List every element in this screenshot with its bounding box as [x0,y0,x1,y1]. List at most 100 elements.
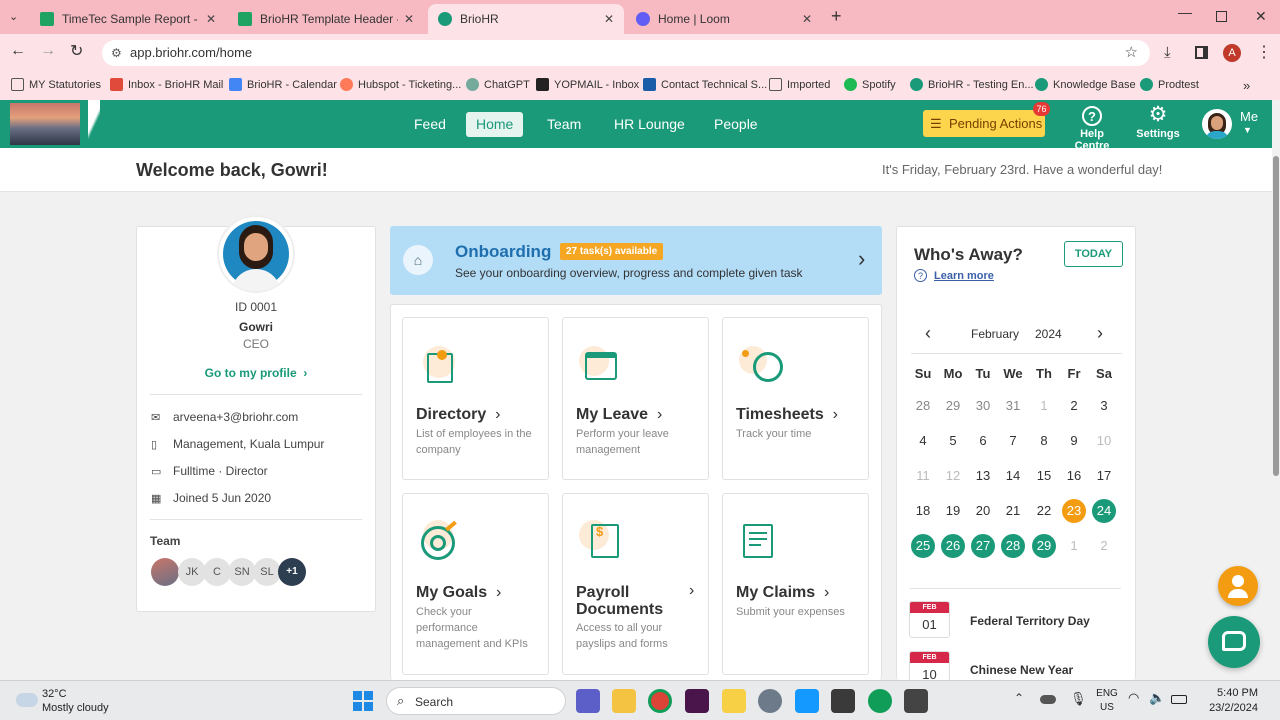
tab-list-chevron-icon[interactable]: ⌄ [9,10,18,23]
bookmark-contact-technical[interactable]: Contact Technical S... [643,78,767,91]
today-button[interactable]: TODAY [1064,241,1123,267]
battery-icon[interactable] [1171,695,1187,704]
calendar-day[interactable]: 12 [941,464,965,488]
bookmark-imported[interactable]: Imported [769,78,830,91]
tile-my-goals[interactable]: My Goals › Check your performance manage… [402,493,549,675]
settings-app-icon[interactable] [758,689,782,713]
calendar-day[interactable]: 6 [971,429,995,453]
forward-icon[interactable]: → [40,42,56,60]
weather-widget[interactable]: 32°C Mostly cloudy [14,687,124,715]
bookmark-calendar[interactable]: BrioHR - Calendar [229,78,337,91]
bookmark-chatgpt[interactable]: ChatGPT [466,78,530,91]
calendar-day[interactable]: 20 [971,499,995,523]
chat-support-button[interactable] [1208,616,1260,668]
bookmark-my-statutories[interactable]: MY Statutories [11,78,101,91]
calendar-day-away[interactable]: 25 [911,534,935,558]
go-to-profile-link[interactable]: Go to my profile › [137,366,375,380]
new-tab-icon[interactable]: + [831,6,842,27]
company-logo[interactable] [10,103,80,145]
close-tab-icon[interactable]: ✕ [604,12,614,26]
bookmark-knowledge-base[interactable]: Knowledge Base [1035,78,1136,91]
nav-feed[interactable]: Feed [404,112,456,137]
calendar-day[interactable]: 3 [1092,394,1116,418]
next-month-icon[interactable]: › [1097,323,1103,344]
tile-my-leave[interactable]: My Leave › Perform your leave management [562,317,709,480]
microphone-icon[interactable]: 🎙 [1070,691,1087,707]
team-avatar[interactable]: SN [228,558,256,586]
calendar-day[interactable]: 30 [971,394,995,418]
side-panel-icon[interactable] [1195,46,1208,59]
browser-menu-icon[interactable]: ⋮ [1256,42,1272,62]
calendar-day-away[interactable]: 27 [971,534,995,558]
bookmark-briohr-testing[interactable]: BrioHR - Testing En... [910,78,1034,91]
language-indicator[interactable]: ENG US [1094,687,1120,715]
download-icon[interactable]: ⤓ [1164,44,1171,61]
tile-directory[interactable]: Directory › List of employees in the com… [402,317,549,480]
window-close-icon[interactable]: ✕ [1255,8,1267,25]
calendar-day[interactable]: 31 [1001,394,1025,418]
volume-icon[interactable]: 🔈 [1149,690,1165,706]
pending-actions-button[interactable]: ☰ Pending Actions [923,110,1045,137]
team-avatar[interactable]: C [203,558,231,586]
restore-icon[interactable] [1216,11,1227,22]
tray-chevron-icon[interactable]: ⌃ [1014,691,1024,705]
settings-button[interactable]: ⚙ Settings [1134,104,1182,141]
calendar-day-away[interactable]: 28 [1001,534,1025,558]
page-scrollbar[interactable] [1272,100,1280,680]
nav-team[interactable]: Team [537,112,591,137]
previous-month-icon[interactable]: ‹ [925,323,931,344]
bookmark-yopmail[interactable]: YOPMAIL - Inbox [536,78,639,91]
more-bookmarks-icon[interactable]: » [1243,78,1250,93]
chrome-profile-icon[interactable] [868,689,892,713]
calendar-day[interactable]: 13 [971,464,995,488]
tile-my-claims[interactable]: My Claims › Submit your expenses [722,493,869,675]
calendar-day-away[interactable]: 24 [1092,499,1116,523]
holiday-item[interactable]: FEB 01 Federal Territory Day [909,601,1129,641]
reload-icon[interactable]: ↻ [70,41,83,61]
calendar-day[interactable]: 29 [941,394,965,418]
calendar-day-today[interactable]: 23 [1062,499,1086,523]
teams-meet-icon[interactable] [576,689,600,713]
tile-timesheets[interactable]: Timesheets › Track your time [722,317,869,480]
bookmark-inbox[interactable]: Inbox - BrioHR Mail [110,78,223,91]
onboarding-banner[interactable]: ⌂ Onboarding 27 task(s) available See yo… [390,226,882,295]
url-bar[interactable]: ⚙ app.briohr.com/home ☆ [102,40,1150,66]
back-icon[interactable]: ← [10,42,26,60]
holiday-item[interactable]: FEB 10 Chinese New Year [909,651,1129,680]
file-explorer-icon[interactable] [612,689,636,713]
calendar-day[interactable]: 10 [1092,429,1116,453]
calendar-day[interactable]: 18 [911,499,935,523]
wifi-icon[interactable]: ◠ [1128,690,1139,706]
close-tab-icon[interactable]: ✕ [404,12,414,26]
tile-payroll-documents[interactable]: $ Payroll Documents › Access to all your… [562,493,709,675]
calendar-day[interactable]: 14 [1001,464,1025,488]
calendar-day[interactable]: 7 [1001,429,1025,453]
calendar-day[interactable]: 19 [941,499,965,523]
team-avatar[interactable]: SL [253,558,281,586]
team-avatar-photo[interactable] [151,558,179,586]
tab-timetec-report[interactable]: TimeTec Sample Report - Goog ✕ [30,4,226,34]
team-more-avatar[interactable]: +1 [278,558,306,586]
team-avatar[interactable]: JK [178,558,206,586]
onedrive-icon[interactable] [1040,695,1056,704]
calendar-day[interactable]: 1 [1032,394,1056,418]
tab-loom[interactable]: Home | Loom ✕ [626,4,822,34]
calendar-day[interactable]: 15 [1032,464,1056,488]
calculator-icon[interactable] [904,689,928,713]
slack-icon[interactable] [685,689,709,713]
calendar-day[interactable]: 2 [1092,534,1116,558]
calendar-day[interactable]: 1 [1062,534,1086,558]
calendar-day[interactable]: 16 [1062,464,1086,488]
calendar-day[interactable]: 5 [941,429,965,453]
nav-people[interactable]: People [704,112,768,137]
tab-briohr[interactable]: BrioHR ✕ [428,4,624,34]
people-fab-button[interactable] [1218,566,1258,606]
calendar-day[interactable]: 28 [911,394,935,418]
bookmark-spotify[interactable]: Spotify [844,78,896,91]
calendar-day[interactable]: 21 [1001,499,1025,523]
tab-briohr-template[interactable]: BrioHR Template Header - Goo ✕ [228,4,424,34]
close-tab-icon[interactable]: ✕ [206,12,216,26]
calendar-day[interactable]: 8 [1032,429,1056,453]
bookmark-prodtest[interactable]: Prodtest [1140,78,1199,91]
bookmark-hubspot[interactable]: Hubspot - Ticketing... [340,78,461,91]
